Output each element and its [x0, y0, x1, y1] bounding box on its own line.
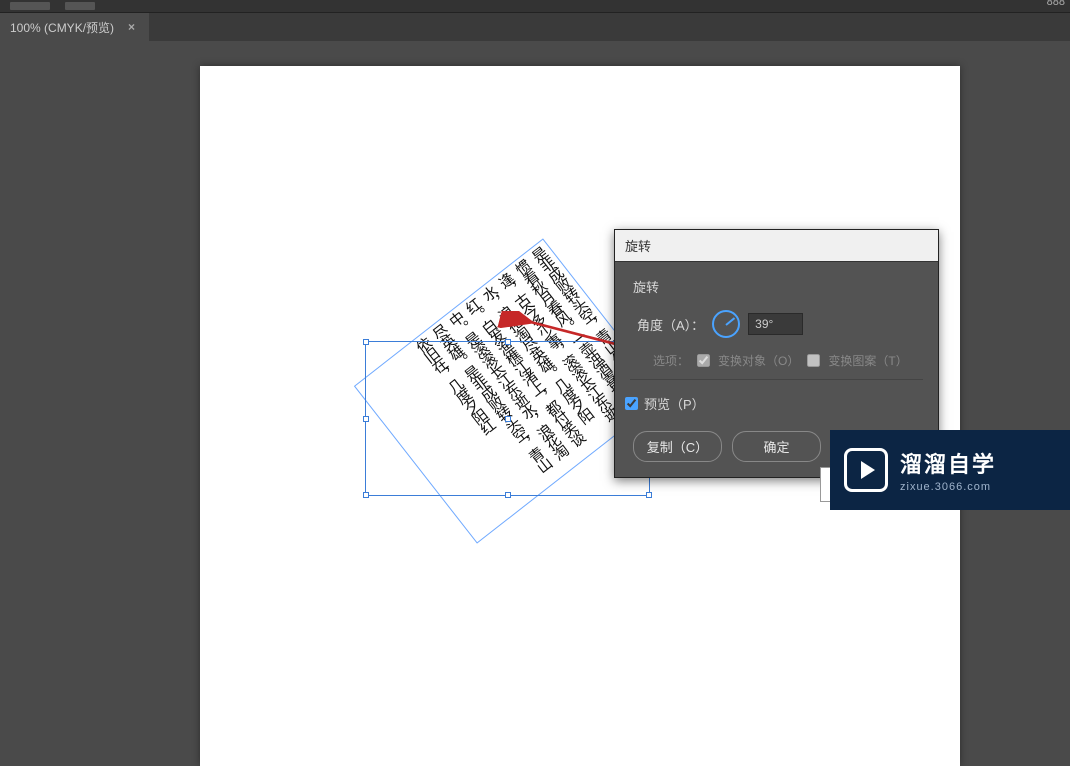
document-tab-bar: 100% (CMYK/预览) × — [0, 13, 1070, 41]
close-icon[interactable]: × — [124, 20, 139, 34]
copy-button[interactable]: 复制（C） — [633, 431, 722, 462]
resize-handle-n[interactable] — [505, 339, 511, 345]
divider — [630, 379, 923, 380]
dialog-titlebar[interactable]: 旋转 — [615, 230, 938, 262]
transform-objects-checkbox — [697, 354, 710, 367]
ok-button[interactable]: 确定 — [732, 431, 821, 462]
document-tab[interactable]: 100% (CMYK/预览) × — [0, 13, 149, 41]
toolbar-seg[interactable] — [65, 2, 95, 10]
angle-input[interactable] — [748, 313, 803, 335]
watermark: 溜溜自学 zixue.3066.com — [830, 430, 1070, 510]
angle-label: 角度（A）： — [637, 315, 704, 334]
options-label: 选项： — [653, 352, 689, 369]
transform-objects-label: 变换对象（O） — [718, 352, 799, 369]
document-tab-label: 100% (CMYK/预览) — [10, 19, 114, 36]
resize-handle-s[interactable] — [505, 492, 511, 498]
transform-patterns-checkbox — [807, 354, 820, 367]
transform-patterns-label: 变换图案（T） — [828, 352, 907, 369]
watermark-title: 溜溜自学 — [900, 447, 996, 479]
watermark-url: zixue.3066.com — [900, 481, 996, 493]
play-icon — [844, 448, 888, 492]
preview-row: 预览（P） — [625, 394, 920, 413]
preview-label: 预览（P） — [644, 394, 705, 413]
resize-handle-w[interactable] — [363, 416, 369, 422]
selected-object[interactable]: 是非成败转头空，青山依旧在，惯看秋月春风。一壶浊酒喜相逢，古今多少事，滚滚长江东… — [365, 341, 650, 496]
angle-dial[interactable] — [712, 310, 740, 338]
rotate-section-label: 旋转 — [633, 277, 920, 296]
preview-checkbox[interactable] — [625, 397, 638, 410]
canvas-area[interactable]: 是非成败转头空，青山依旧在，惯看秋月春风。一壶浊酒喜相逢，古今多少事，滚滚长江东… — [0, 41, 1070, 526]
angle-row: 角度（A）： — [633, 310, 920, 338]
resize-handle-sw[interactable] — [363, 492, 369, 498]
selection-bounding-box — [365, 341, 650, 496]
control-toolbar: 888 — [0, 0, 1070, 13]
right-number: 888 — [1047, 0, 1065, 8]
center-handle[interactable] — [505, 416, 511, 422]
resize-handle-se[interactable] — [646, 492, 652, 498]
options-row: 选项： 变换对象（O） 变换图案（T） — [633, 352, 920, 369]
resize-handle-nw[interactable] — [363, 339, 369, 345]
toolbar-seg[interactable] — [10, 2, 50, 10]
